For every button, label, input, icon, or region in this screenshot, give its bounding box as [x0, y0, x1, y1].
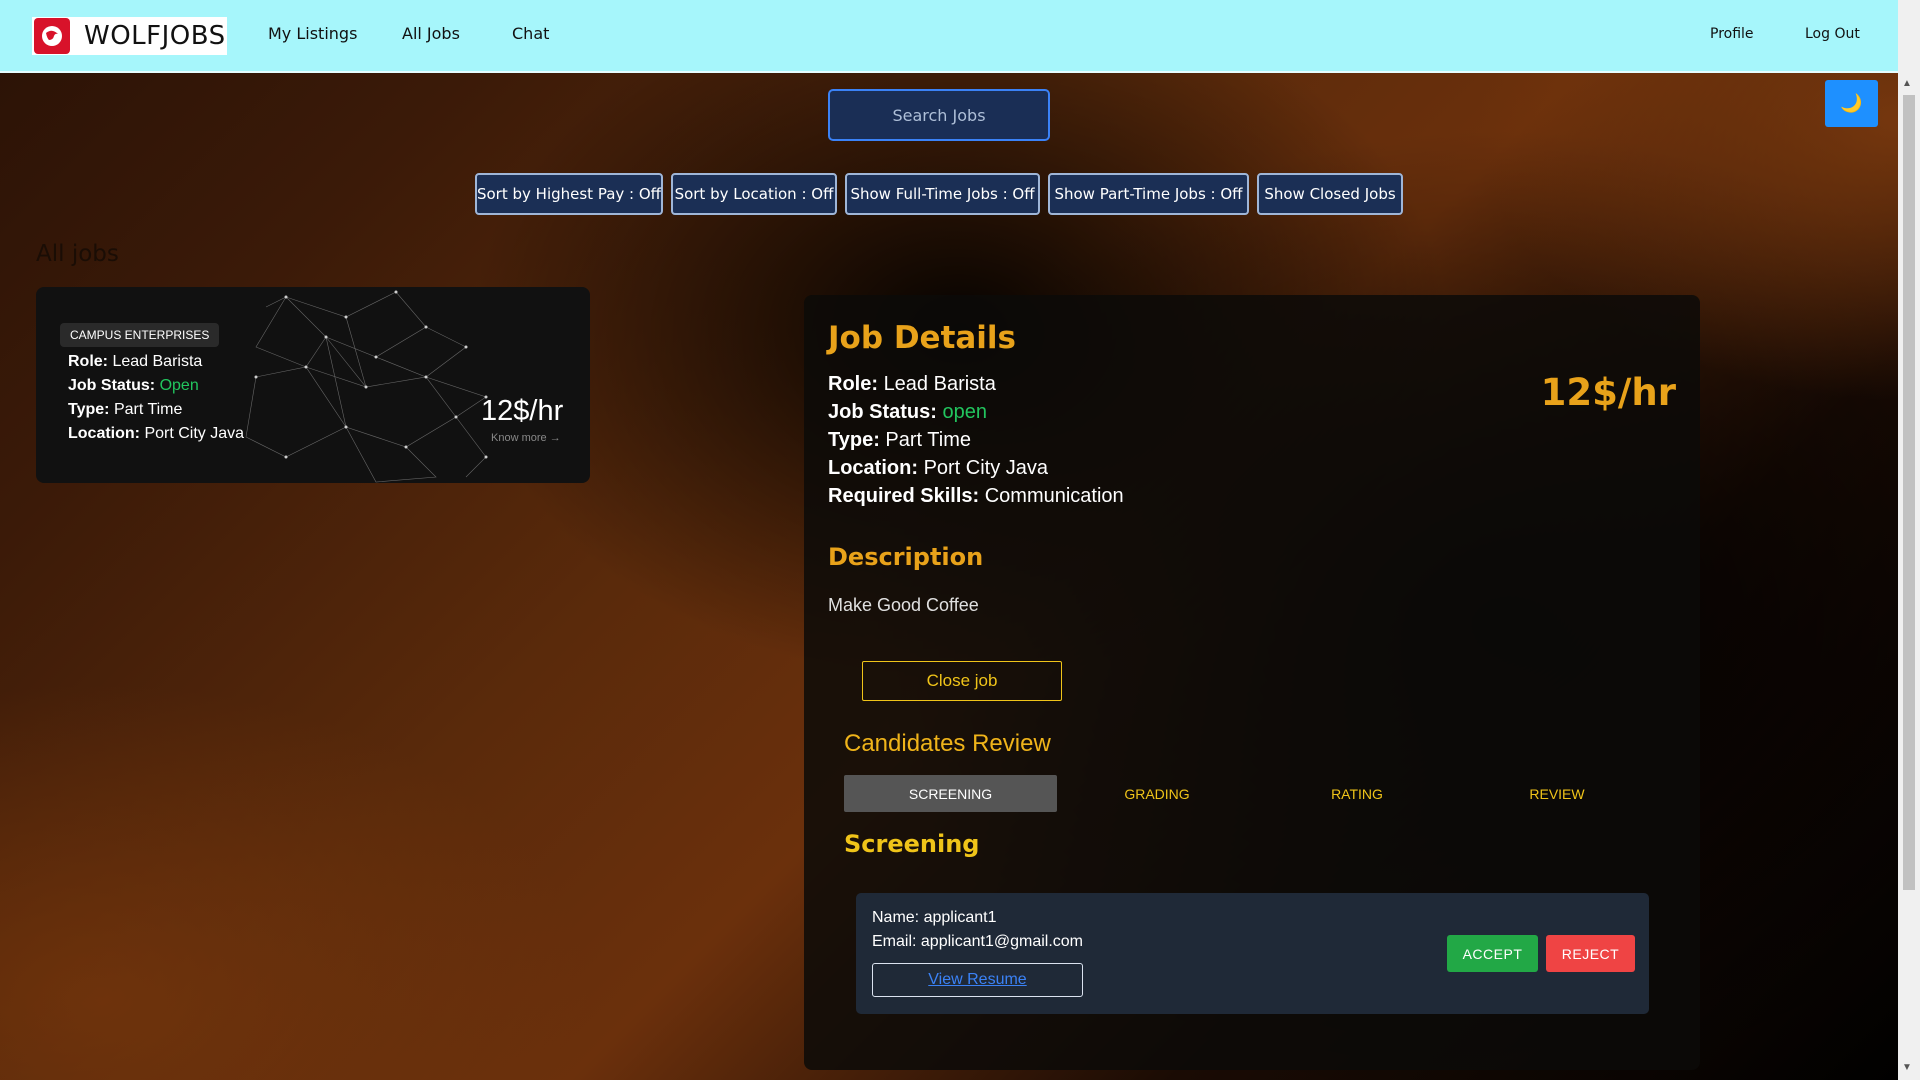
brand-name: WOLFJOBS [84, 21, 226, 51]
tab-grading[interactable]: GRADING [1057, 775, 1257, 812]
page-scrollbar[interactable]: ▲ ▼ [1898, 0, 1920, 1080]
job-details-panel: Job Details Role: Lead Barista Job Statu… [804, 295, 1700, 1070]
tab-review[interactable]: REVIEW [1457, 775, 1657, 812]
show-closed-jobs-button[interactable]: Show Closed Jobs [1257, 173, 1403, 215]
card-location: Location: Port City Java [68, 425, 245, 442]
tab-rating[interactable]: RATING [1257, 775, 1457, 812]
search-jobs-button[interactable]: Search Jobs [828, 89, 1050, 141]
sort-highest-pay-button[interactable]: Sort by Highest Pay : Off [475, 173, 663, 215]
detail-location: Location: Port City Java [828, 457, 1049, 479]
theme-toggle-button[interactable]: 🌙 [1825, 80, 1878, 127]
candidates-review-title: Candidates Review [844, 730, 1051, 757]
detail-pay: 12$/hr [1540, 371, 1676, 414]
detail-type: Type: Part Time [828, 429, 971, 451]
know-more-link[interactable]: Know more → [491, 432, 561, 444]
network-pattern-decoration [245, 290, 488, 483]
card-status: Job Status: Open [68, 377, 199, 394]
view-resume-link[interactable]: View Resume [872, 963, 1083, 997]
applicant-email: Email: applicant1@gmail.com [872, 933, 1083, 950]
job-details-title: Job Details [828, 320, 1017, 356]
show-full-time-button[interactable]: Show Full-Time Jobs : Off [845, 173, 1040, 215]
show-part-time-button[interactable]: Show Part-Time Jobs : Off [1048, 173, 1249, 215]
moon-icon: 🌙 [1840, 93, 1863, 113]
wolf-logo-icon [34, 18, 70, 54]
nav-log-out[interactable]: Log Out [1805, 26, 1860, 42]
description-text: Make Good Coffee [828, 595, 979, 615]
scroll-up-icon[interactable]: ▲ [1902, 78, 1912, 89]
description-title: Description [828, 543, 984, 571]
nav-all-jobs[interactable]: All Jobs [402, 24, 460, 43]
applicant-name: Name: applicant1 [872, 909, 997, 926]
detail-status: Job Status: open [828, 401, 987, 423]
tab-screening[interactable]: SCREENING [844, 775, 1057, 812]
close-job-button[interactable]: Close job [862, 661, 1062, 701]
reject-button[interactable]: REJECT [1546, 935, 1635, 972]
nav-profile[interactable]: Profile [1710, 26, 1754, 42]
nav-chat[interactable]: Chat [512, 24, 549, 43]
nav-my-listings[interactable]: My Listings [268, 24, 357, 43]
top-navbar: WOLFJOBS My Listings All Jobs Chat Profi… [0, 0, 1898, 73]
scroll-thumb[interactable] [1903, 95, 1915, 890]
all-jobs-heading: All jobs [36, 241, 119, 267]
scroll-down-icon[interactable]: ▼ [1902, 1062, 1912, 1073]
company-badge: CAMPUS ENTERPRISES [60, 323, 220, 347]
card-pay: 12$/hr [481, 395, 564, 427]
card-role: Role: Lead Barista [68, 353, 203, 370]
card-type: Type: Part Time [68, 401, 183, 418]
accept-button[interactable]: ACCEPT [1447, 935, 1538, 972]
brand-logo[interactable]: WOLFJOBS [32, 17, 227, 55]
detail-role: Role: Lead Barista [828, 373, 996, 395]
screening-title: Screening [844, 830, 980, 858]
job-card[interactable]: CAMPUS ENTERPRISES Role: Lead Barista Jo… [36, 287, 590, 483]
sort-location-button[interactable]: Sort by Location : Off [671, 173, 837, 215]
detail-skills: Required Skills: Communication [828, 485, 1124, 507]
applicant-card: Name: applicant1 Email: applicant1@gmail… [856, 893, 1649, 1014]
